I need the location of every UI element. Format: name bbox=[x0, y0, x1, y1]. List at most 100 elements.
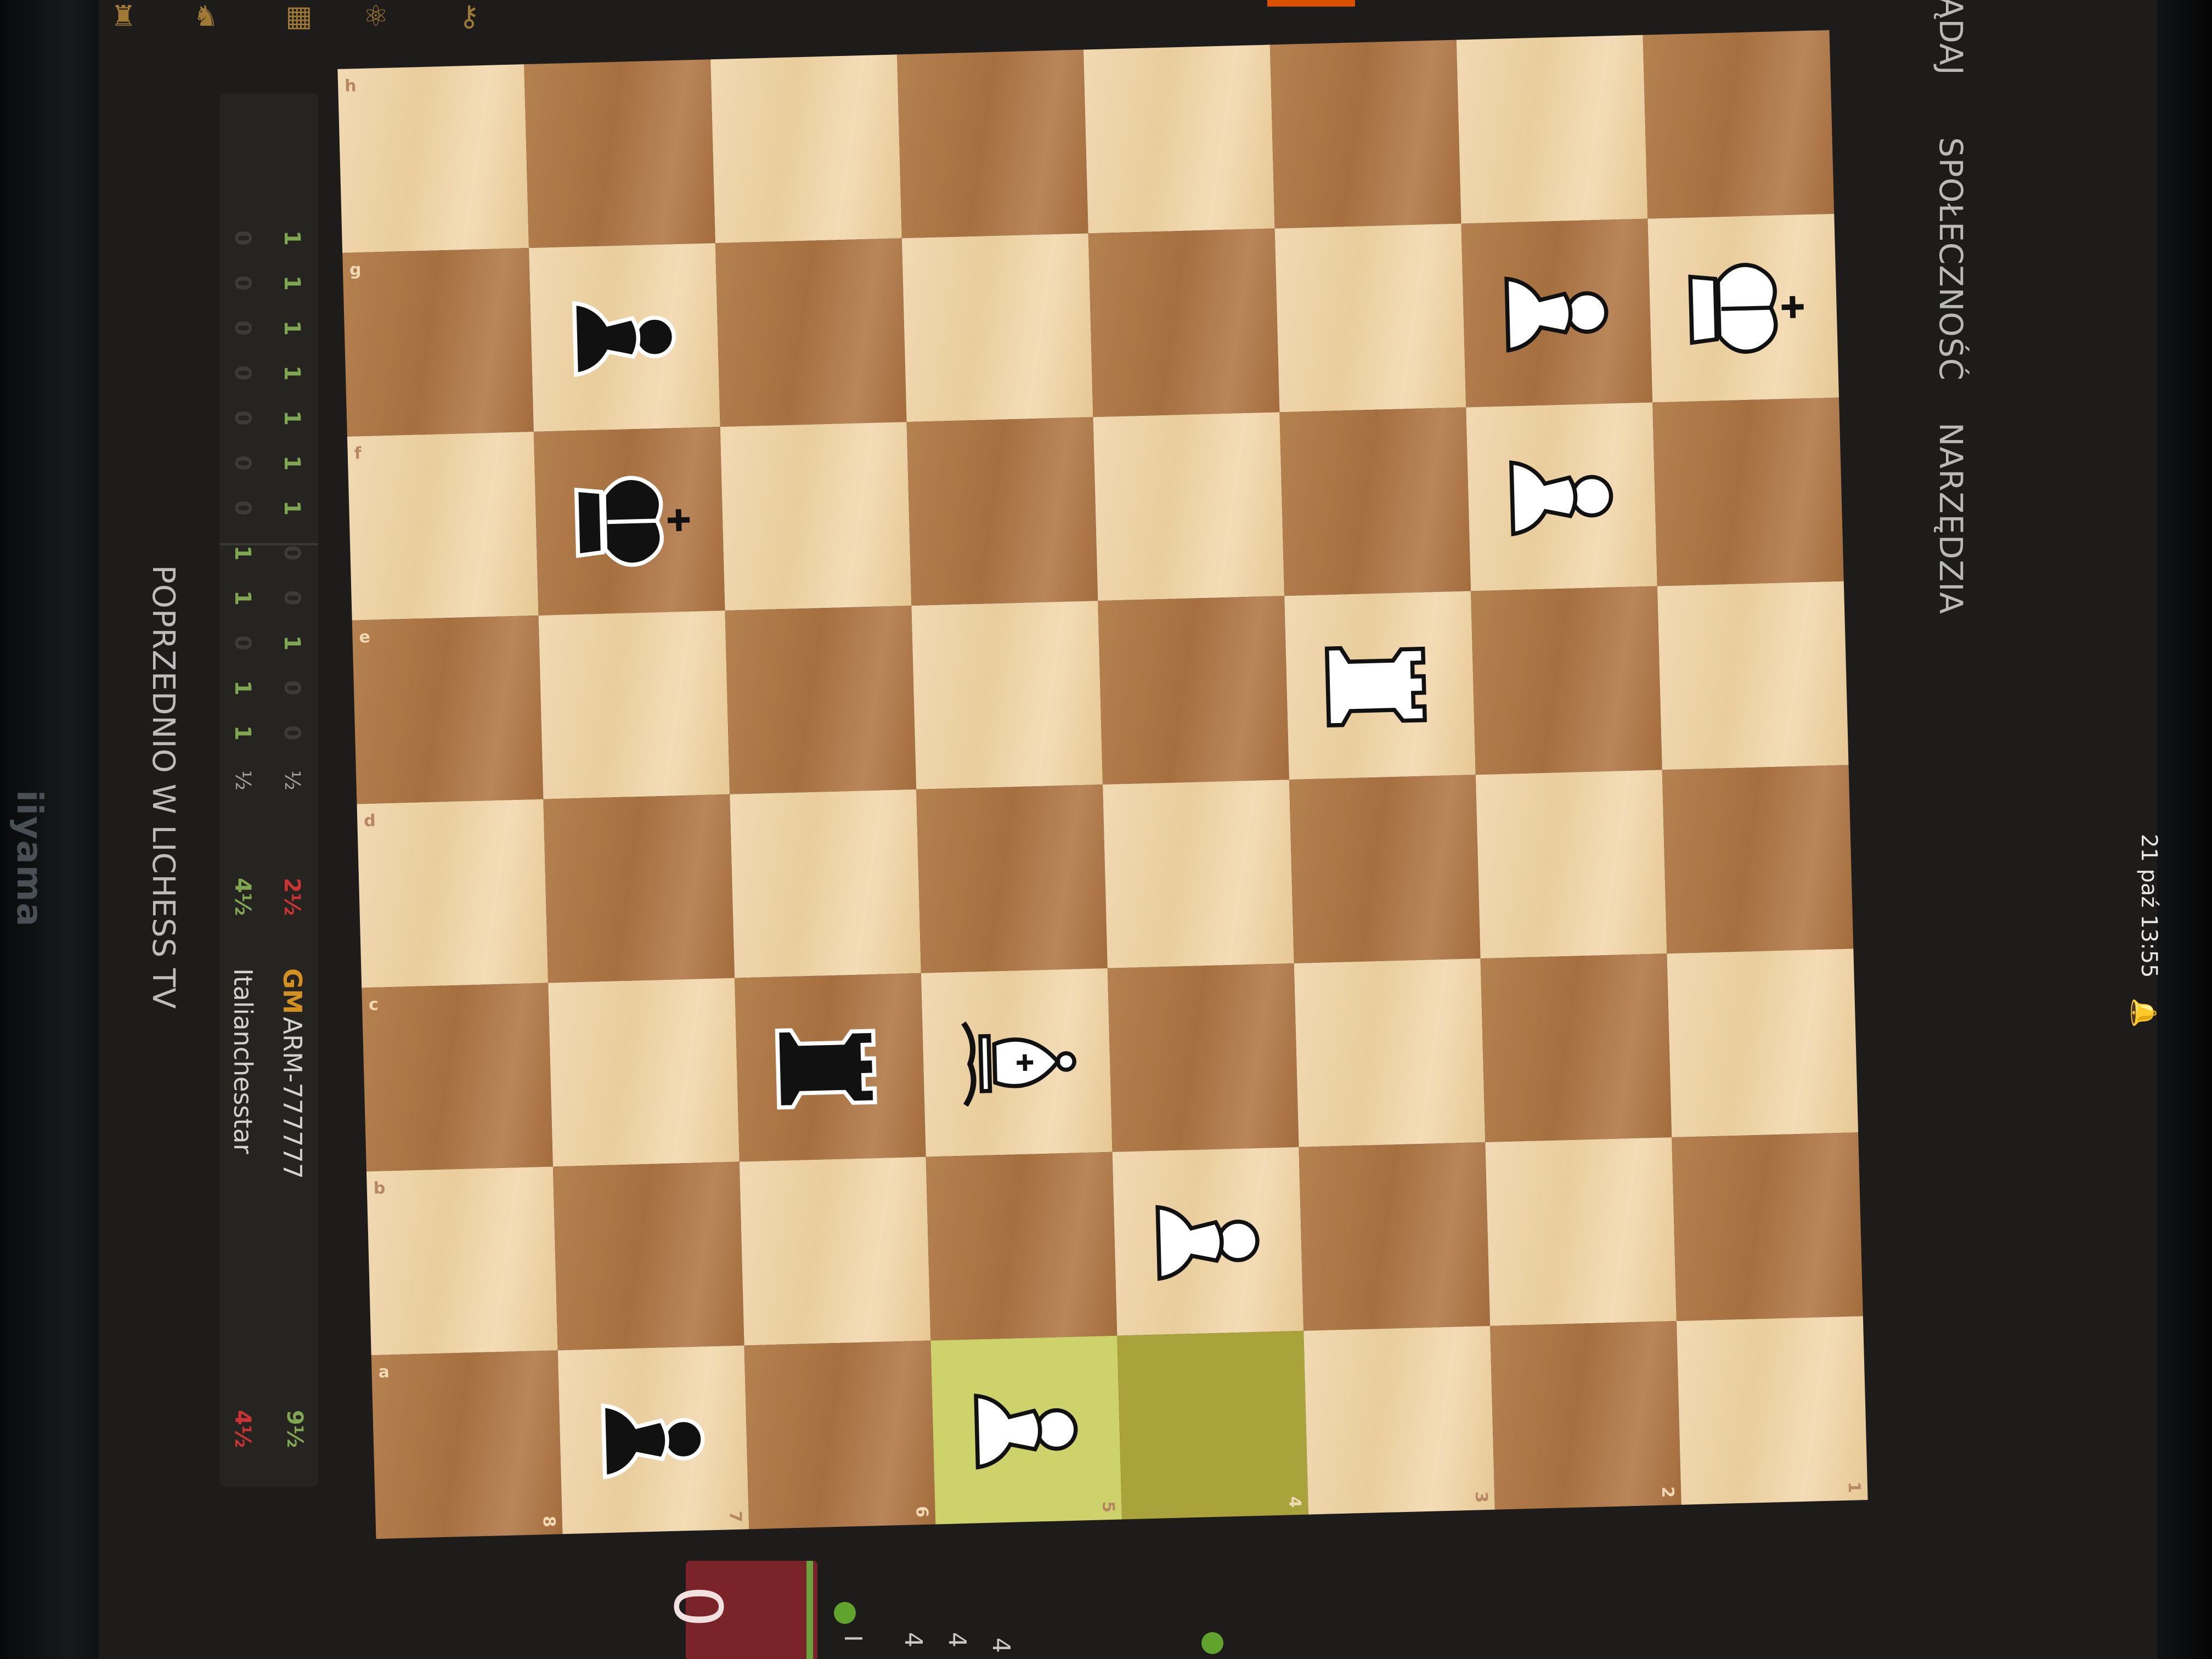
square-a5[interactable]: 5 bbox=[930, 1335, 1122, 1525]
square-a1[interactable]: 1 bbox=[1676, 1316, 1868, 1505]
nav-community[interactable]: SPOŁECZNOŚĆ bbox=[1932, 137, 1970, 381]
square-c6[interactable] bbox=[735, 973, 926, 1162]
square-h4[interactable] bbox=[1083, 44, 1275, 234]
square-f2[interactable] bbox=[1466, 402, 1657, 591]
square-g4[interactable] bbox=[1088, 228, 1280, 417]
square-g3[interactable] bbox=[1274, 223, 1466, 413]
square-d4[interactable] bbox=[1103, 780, 1294, 968]
white-pawn-icon[interactable] bbox=[1491, 426, 1632, 567]
square-c4[interactable] bbox=[1107, 963, 1299, 1152]
trophy-icon[interactable]: ♜ bbox=[104, 0, 143, 33]
nav-tools[interactable]: NARZĘDZIA bbox=[1932, 422, 1970, 614]
square-g1[interactable] bbox=[1647, 213, 1839, 403]
square-f4[interactable] bbox=[1093, 412, 1285, 601]
crosstable-cell[interactable]: 0 bbox=[230, 410, 255, 426]
crosstable-cell[interactable]: 1 bbox=[230, 725, 255, 741]
square-e4[interactable] bbox=[1098, 596, 1289, 785]
white-king-icon[interactable] bbox=[1673, 238, 1813, 378]
square-e5[interactable] bbox=[911, 601, 1103, 789]
crosstable-cell[interactable]: 1 bbox=[230, 545, 255, 561]
square-b7[interactable] bbox=[552, 1161, 744, 1351]
crosstable-cell[interactable]: 0 bbox=[230, 275, 255, 291]
square-c1[interactable] bbox=[1667, 949, 1859, 1138]
square-a3[interactable]: 3 bbox=[1304, 1325, 1495, 1515]
square-e2[interactable] bbox=[1470, 586, 1662, 775]
square-f3[interactable] bbox=[1279, 407, 1471, 596]
crosstable-cell[interactable]: ½ bbox=[231, 770, 255, 791]
crosstable-cell[interactable]: 1 bbox=[230, 680, 255, 696]
square-g6[interactable] bbox=[715, 238, 907, 427]
square-c3[interactable] bbox=[1294, 958, 1486, 1147]
crosstable-cell[interactable]: 1 bbox=[230, 590, 255, 606]
square-e7[interactable] bbox=[538, 610, 730, 799]
square-a6[interactable]: 6 bbox=[744, 1340, 936, 1530]
square-c5[interactable] bbox=[921, 968, 1113, 1157]
square-a8[interactable]: a8 bbox=[371, 1350, 563, 1539]
square-c7[interactable] bbox=[548, 978, 740, 1167]
nav-watch[interactable]: ŁĄDAJ bbox=[1932, 0, 1970, 76]
square-b4[interactable] bbox=[1112, 1147, 1304, 1336]
black-rook-icon[interactable] bbox=[760, 997, 900, 1137]
crosstable-cell[interactable]: 1 bbox=[279, 635, 304, 651]
square-g5[interactable] bbox=[901, 233, 1093, 422]
white-pawn-icon[interactable] bbox=[1138, 1171, 1278, 1312]
square-h5[interactable] bbox=[897, 49, 1088, 239]
crosstable-cell[interactable]: 0 bbox=[230, 500, 255, 516]
crosstable-cell[interactable]: 1 bbox=[279, 410, 304, 426]
crosstable-cell[interactable]: 1 bbox=[279, 275, 304, 291]
chess-board[interactable]: hg f edc b a87 65 4321 bbox=[337, 30, 1868, 1539]
player2-name[interactable]: Italianchesstar bbox=[228, 968, 258, 1154]
puzzle-icon[interactable]: ♞ bbox=[187, 0, 225, 33]
crosstable-cell[interactable]: 1 bbox=[279, 365, 304, 381]
square-h6[interactable] bbox=[710, 54, 902, 244]
atom-icon[interactable]: ⚛ bbox=[357, 0, 395, 33]
crosstable-cell[interactable]: ½ bbox=[280, 770, 304, 791]
player1-label[interactable]: GM ARM-777777 bbox=[278, 968, 307, 1179]
square-f8[interactable]: f bbox=[347, 431, 539, 620]
previously-lichess-tv-link[interactable]: POPRZEDNIO W LICHESS TV bbox=[145, 565, 181, 1009]
crosstable-cell[interactable]: 0 bbox=[230, 635, 255, 651]
crosstable-cell[interactable]: 1 bbox=[279, 455, 304, 471]
square-d1[interactable] bbox=[1662, 765, 1854, 954]
square-e8[interactable]: e bbox=[352, 615, 544, 804]
square-e6[interactable] bbox=[725, 606, 917, 794]
crosstable-cell[interactable]: 1 bbox=[279, 500, 304, 516]
crosstable-cell[interactable]: 0 bbox=[279, 590, 304, 606]
square-a2[interactable]: 2 bbox=[1490, 1321, 1681, 1510]
crosstable-cell[interactable]: 0 bbox=[230, 455, 255, 471]
square-b6[interactable] bbox=[739, 1156, 931, 1346]
square-b5[interactable] bbox=[926, 1152, 1118, 1341]
square-a4[interactable]: 4 bbox=[1117, 1330, 1308, 1520]
square-b8[interactable]: b bbox=[366, 1166, 558, 1356]
square-h1[interactable] bbox=[1643, 30, 1835, 219]
square-d3[interactable] bbox=[1289, 775, 1481, 963]
bell-icon[interactable]: 🔔 bbox=[2129, 998, 2158, 1028]
black-king-icon[interactable] bbox=[559, 451, 699, 591]
white-pawn-icon[interactable] bbox=[1487, 242, 1627, 383]
square-h3[interactable] bbox=[1269, 40, 1462, 229]
key-icon[interactable]: ⚷ bbox=[450, 0, 488, 33]
square-h7[interactable] bbox=[524, 59, 715, 249]
white-pawn-icon[interactable] bbox=[956, 1359, 1097, 1500]
square-g7[interactable] bbox=[529, 243, 720, 432]
crosstable-cell[interactable]: 0 bbox=[230, 320, 255, 336]
square-g8[interactable]: g bbox=[342, 248, 534, 437]
white-rook-icon[interactable] bbox=[1310, 615, 1450, 755]
black-pawn-icon[interactable] bbox=[583, 1369, 724, 1510]
square-e3[interactable] bbox=[1284, 591, 1476, 780]
square-h2[interactable] bbox=[1456, 35, 1648, 224]
crosstable-cell[interactable]: 0 bbox=[279, 725, 304, 741]
crosstable-cell[interactable]: 1 bbox=[279, 230, 304, 246]
square-d5[interactable] bbox=[916, 785, 1108, 973]
square-h8[interactable]: h bbox=[337, 64, 529, 253]
square-d8[interactable]: d bbox=[357, 799, 549, 988]
white-bishop-icon[interactable] bbox=[946, 992, 1087, 1133]
crosstable-cell[interactable]: 1 bbox=[279, 320, 304, 336]
square-f1[interactable] bbox=[1652, 397, 1844, 586]
square-f7[interactable] bbox=[533, 427, 725, 616]
black-pawn-icon[interactable] bbox=[554, 267, 695, 408]
player1-name[interactable]: ARM-777777 bbox=[278, 1017, 307, 1179]
square-d2[interactable] bbox=[1475, 770, 1667, 959]
square-d6[interactable] bbox=[730, 789, 921, 978]
square-g2[interactable] bbox=[1461, 218, 1653, 408]
